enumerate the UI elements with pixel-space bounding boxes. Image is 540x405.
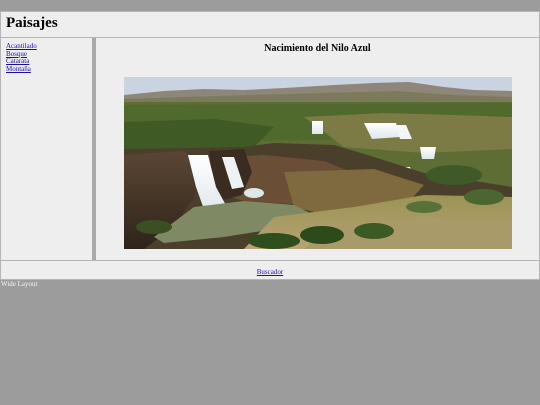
sidebar-nav: Acantilado Bosque Catarata Montaña xyxy=(0,38,93,260)
sidebar-item-montana: Montaña xyxy=(6,65,93,74)
site-title: Paisajes xyxy=(6,15,58,31)
search-link[interactable]: Buscador xyxy=(257,268,283,276)
page: Paisajes Acantilado Bosque Catarata Mont… xyxy=(0,0,540,405)
waterfall-photo xyxy=(124,77,512,249)
content-title: Nacimiento del Nilo Azul xyxy=(264,43,371,54)
main-content: Nacimiento del Nilo Azul xyxy=(96,38,540,260)
site-header: Paisajes xyxy=(0,11,540,38)
sidebar-link-montana[interactable]: Montaña xyxy=(6,65,31,73)
site-footer: Buscador xyxy=(0,260,540,280)
layout-label: Wide Layout xyxy=(1,280,38,288)
sidebar-list: Acantilado Bosque Catarata Montaña xyxy=(1,38,93,73)
